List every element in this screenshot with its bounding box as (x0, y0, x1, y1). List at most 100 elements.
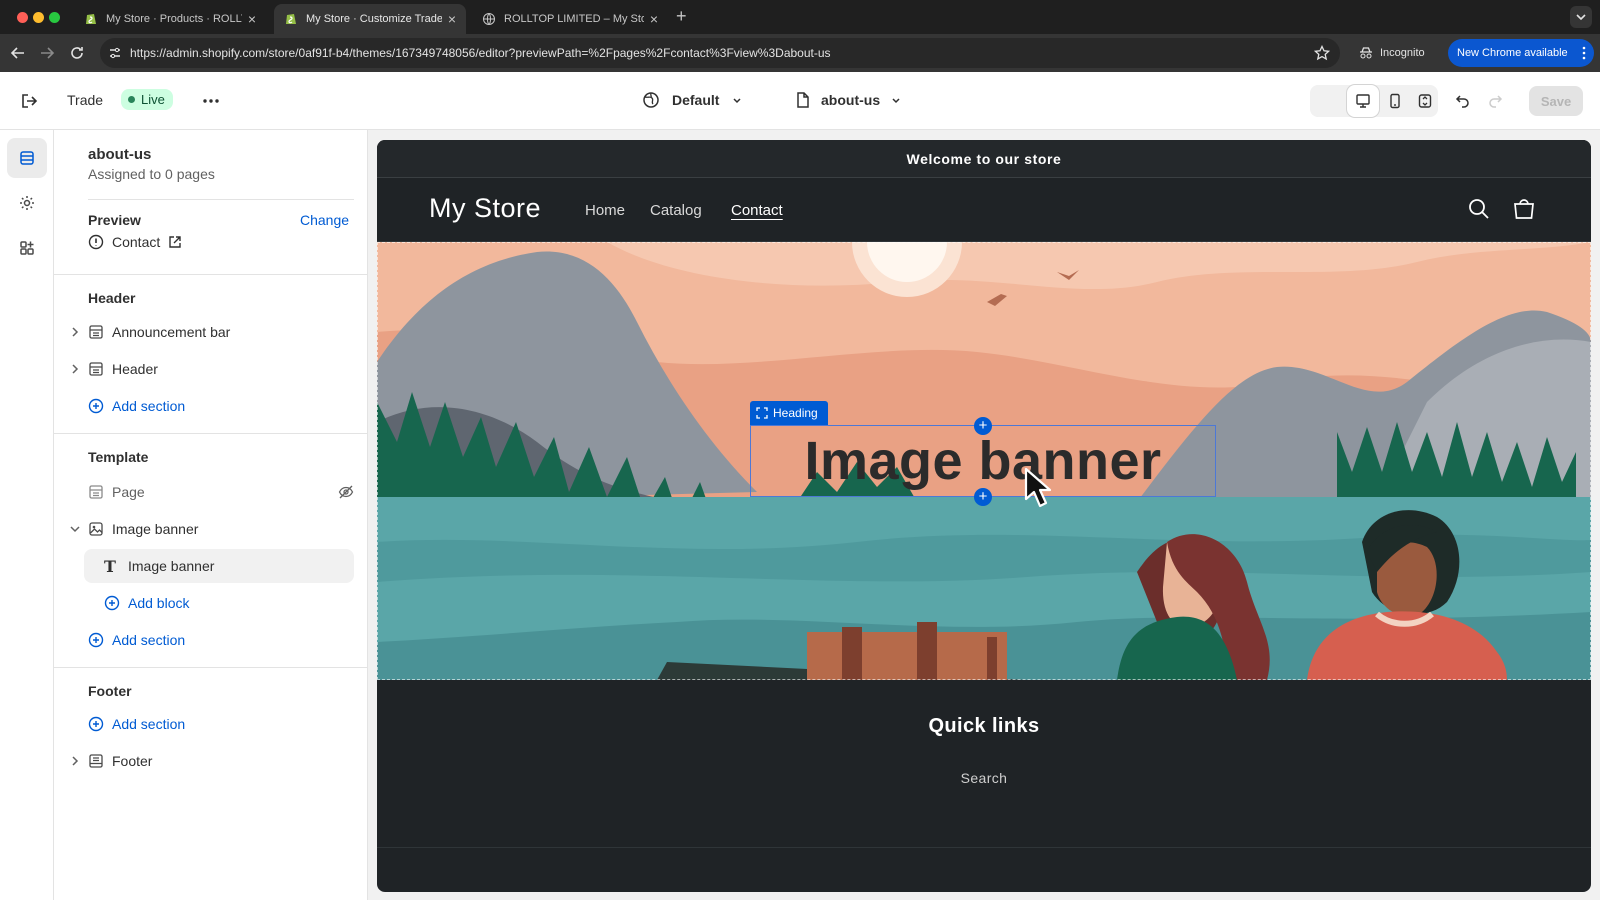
forward-arrow-icon[interactable] (38, 44, 56, 62)
announcement-bar[interactable]: Welcome to our store (377, 140, 1591, 178)
bookmark-star-icon[interactable] (1314, 45, 1330, 61)
context-selector-label: Default (672, 92, 720, 108)
theme-name: Trade (67, 92, 104, 108)
desktop-icon (1356, 94, 1370, 108)
section-sidebar: about-us Assigned to 0 pages Preview Cha… (54, 130, 368, 900)
plus-circle-icon (104, 595, 120, 611)
hidden-eye-icon[interactable] (338, 485, 354, 499)
browser-tab-products[interactable]: My Store · Products · ROLLTO × (74, 4, 266, 34)
section-item-header[interactable]: Header (68, 352, 354, 386)
preview-label: Preview (88, 212, 141, 228)
apps-icon (20, 241, 34, 255)
undo-button[interactable] (1447, 85, 1479, 117)
plus-circle-icon (88, 398, 104, 414)
mobile-view-button[interactable] (1379, 85, 1411, 117)
template-selector[interactable]: about-us (795, 91, 902, 109)
preview-page-label: Contact (112, 234, 161, 250)
add-block-label: Add block (128, 595, 190, 611)
footer-add-section-button[interactable]: Add section (68, 707, 354, 741)
change-preview-link[interactable]: Change (300, 212, 349, 228)
minimize-window-button[interactable] (33, 12, 44, 23)
sections-rail-button[interactable] (7, 138, 47, 178)
redo-button[interactable] (1479, 85, 1511, 117)
add-section-label: Add section (112, 716, 186, 732)
apps-rail-button[interactable] (7, 228, 47, 268)
cart-icon[interactable] (1511, 196, 1537, 222)
add-block-below-button[interactable]: + (974, 488, 992, 506)
image-icon (89, 522, 103, 536)
browser-tab-rolltop[interactable]: ROLLTOP LIMITED – My Store × (472, 4, 668, 34)
tab-title: ROLLTOP LIMITED – My Store (504, 13, 644, 25)
add-block-above-button[interactable]: + (974, 417, 992, 435)
redo-icon (1489, 95, 1503, 108)
tab-search-button[interactable] (1570, 6, 1592, 28)
section-item-footer[interactable]: Footer (68, 744, 354, 778)
reload-icon[interactable] (68, 44, 86, 62)
new-tab-icon[interactable]: + (676, 6, 687, 27)
back-arrow-icon[interactable] (9, 44, 27, 62)
mouse-pointer-icon (1024, 467, 1052, 508)
address-bar[interactable]: https://admin.shopify.com/store/0af91f-b… (100, 38, 1340, 68)
store-logo[interactable]: My Store (429, 193, 541, 224)
nav-link-catalog[interactable]: Catalog (650, 202, 702, 219)
chevron-right-icon[interactable] (68, 325, 82, 339)
header-add-section-button[interactable]: Add section (68, 389, 354, 423)
shopify-favicon-icon (86, 14, 96, 24)
desktop-view-button[interactable] (1347, 85, 1379, 117)
footer-heading: Quick links (928, 715, 1040, 737)
chevron-down-icon (892, 98, 900, 104)
plus-circle-icon (88, 716, 104, 732)
heading-tag-label: Heading (773, 406, 818, 420)
section-item-announcement-bar[interactable]: Announcement bar (68, 315, 354, 349)
new-chrome-available-button[interactable]: New Chrome available (1448, 39, 1594, 67)
footer-search-link[interactable]: Search (377, 770, 1591, 786)
block-item-image-banner[interactable]: T Image banner (84, 549, 354, 583)
section-label: Page (112, 484, 145, 500)
block-label: Image banner (128, 558, 215, 574)
chevron-down-icon[interactable] (68, 522, 82, 536)
store-header[interactable]: My Store Home Catalog Contact (377, 178, 1591, 242)
incognito-indicator[interactable]: Incognito (1358, 39, 1425, 67)
nav-link-contact[interactable]: Contact (731, 202, 783, 219)
preview-page-link[interactable]: Contact (88, 227, 248, 257)
site-settings-icon[interactable] (108, 46, 122, 60)
add-section-label: Add section (112, 398, 186, 414)
add-block-button[interactable]: Add block (84, 586, 370, 620)
close-tab-icon[interactable]: × (448, 11, 456, 27)
incognito-icon (1360, 47, 1372, 59)
more-actions-icon[interactable] (202, 93, 220, 109)
template-selector-label: about-us (821, 92, 881, 108)
close-tab-icon[interactable]: × (248, 11, 256, 27)
context-selector[interactable]: Default (642, 91, 743, 109)
tab-title: My Store · Products · ROLLTO (106, 13, 242, 25)
save-button[interactable]: Save (1529, 86, 1583, 116)
browser-tab-customize[interactable]: My Store · Customize Trade · × (274, 4, 466, 34)
search-icon[interactable] (1466, 196, 1492, 222)
divider (54, 274, 368, 275)
maximize-window-button[interactable] (49, 12, 60, 23)
close-tab-icon[interactable]: × (650, 11, 658, 27)
store-preview: Welcome to our store My Store Home Catal… (377, 140, 1591, 892)
browser-toolbar: https://admin.shopify.com/store/0af91f-b… (0, 34, 1600, 72)
chevron-right-icon[interactable] (68, 754, 82, 768)
info-icon (88, 234, 104, 250)
section-item-image-banner[interactable]: Image banner (68, 512, 354, 546)
template-group-title: Template (88, 449, 149, 465)
tab-title: My Store · Customize Trade · (306, 13, 442, 25)
heading-block-tag[interactable]: Heading (750, 401, 828, 425)
section-label: Image banner (112, 521, 199, 537)
exit-editor-icon[interactable] (20, 92, 38, 110)
banner-heading[interactable]: Image banner (750, 426, 1216, 496)
template-add-section-button[interactable]: Add section (68, 623, 354, 657)
mobile-icon (1390, 93, 1400, 109)
theme-settings-rail-button[interactable] (7, 183, 47, 223)
chevron-right-icon[interactable] (68, 362, 82, 376)
nav-link-home[interactable]: Home (585, 202, 625, 219)
chevron-down-icon (733, 98, 741, 104)
footer-divider (377, 847, 1591, 848)
footer-section-icon (89, 754, 103, 768)
close-window-button[interactable] (17, 12, 28, 23)
incognito-label: Incognito (1380, 47, 1425, 59)
section-item-page[interactable]: Page (68, 475, 354, 509)
fullscreen-view-button[interactable] (1409, 85, 1441, 117)
